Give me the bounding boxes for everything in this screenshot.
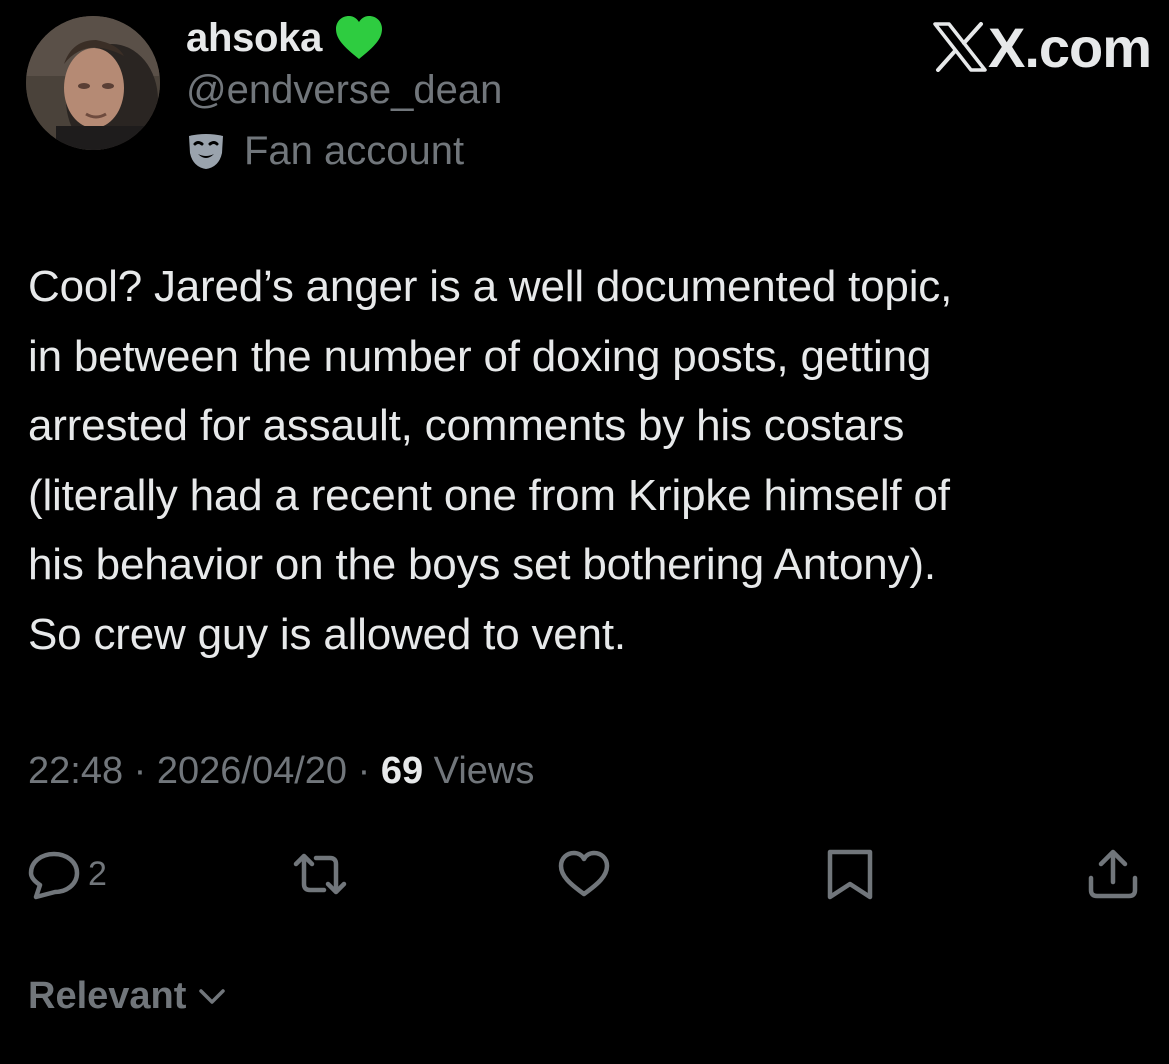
display-name-row: ahsoka — [186, 12, 384, 64]
user-handle[interactable]: @endverse_dean — [186, 66, 502, 114]
chevron-down-icon — [199, 989, 226, 1004]
tweet-line: Cool? Jared’s anger is a well documented… — [28, 262, 953, 311]
tweet-line: arrested for assault, comments by his co… — [28, 401, 905, 450]
tweet-line: in between the number of doxing posts, g… — [28, 331, 932, 381]
retweet-icon — [293, 853, 347, 895]
sort-label: Relevant — [28, 974, 187, 1017]
tweet-metadata: 22:48 · 2026/04/20 · 69 Views — [28, 748, 534, 794]
fan-account-label: Fan account — [244, 128, 465, 173]
share-button[interactable] — [1085, 846, 1141, 902]
fan-account-label-row: Fan account — [186, 126, 464, 176]
tweet-body: Cool? Jared’s anger is a well documented… — [28, 252, 1148, 669]
reply-icon — [28, 851, 80, 900]
like-icon — [558, 850, 610, 897]
x-logo-icon — [933, 22, 987, 72]
meta-separator: · — [123, 750, 157, 792]
theater-mask-icon — [189, 134, 223, 169]
reply-button[interactable]: 2 — [26, 846, 107, 902]
green-heart-icon — [336, 16, 383, 59]
tweet-line: (literally had a recent one from Kripke … — [28, 470, 950, 520]
post-date[interactable]: 2026/04/20 — [157, 750, 347, 792]
share-icon — [1088, 849, 1138, 899]
meta-separator: · — [347, 750, 381, 792]
tweet-line: his behavior on the boys set bothering A… — [28, 540, 936, 589]
views-count[interactable]: 69 — [381, 750, 423, 792]
post-time[interactable]: 22:48 — [28, 750, 123, 792]
reply-count: 2 — [88, 854, 107, 893]
retweet-button[interactable] — [288, 846, 352, 902]
tweet-card: ahsoka @endverse_dean Fan account X.com … — [0, 0, 1169, 1064]
x-brand-logo: X.com — [932, 16, 1152, 79]
brand-domain: X.com — [988, 15, 1152, 79]
like-button[interactable] — [556, 846, 612, 902]
bookmark-icon — [827, 849, 873, 900]
sort-replies-dropdown[interactable]: Relevant — [28, 972, 228, 1020]
avatar[interactable] — [26, 16, 160, 150]
bookmark-button[interactable] — [822, 846, 878, 902]
display-name[interactable]: ahsoka — [186, 16, 322, 61]
tweet-line: So crew guy is allowed to vent. — [28, 609, 626, 659]
views-label[interactable]: Views — [423, 750, 535, 792]
avatar-photo — [26, 16, 160, 150]
